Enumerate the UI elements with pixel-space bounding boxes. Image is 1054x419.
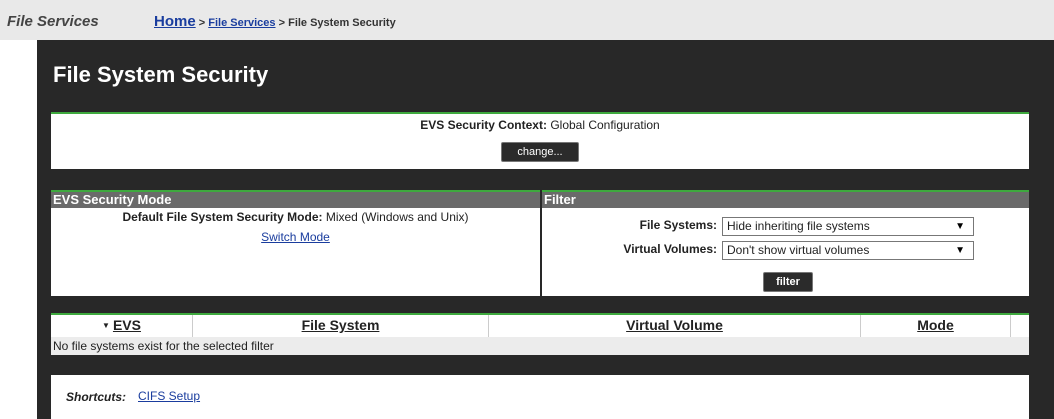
security-context-box: EVS Security Context: Global Configurati… [51, 112, 1029, 169]
column-header-label: Mode [917, 317, 954, 333]
change-context-button[interactable]: change... [501, 142, 579, 162]
column-header-label: EVS [112, 317, 141, 333]
security-mode-line: Default File System Security Mode: Mixed… [51, 210, 540, 224]
file-systems-table: ▼ EVS File System Virtual Volume Mode No … [51, 313, 1029, 355]
breadcrumb-home-link[interactable]: Home [154, 13, 196, 30]
virtual-volumes-selected-value: Don't show virtual volumes [727, 243, 870, 257]
shortcuts-label: Shortcuts: [66, 390, 126, 404]
page-title: File System Security [53, 62, 269, 87]
table-header: ▼ EVS File System Virtual Volume Mode [51, 315, 1029, 337]
breadcrumb-separator: > [198, 17, 206, 29]
shortcuts-bar: Shortcuts: CIFS Setup [51, 375, 1029, 419]
sort-desc-icon: ▼ [102, 321, 110, 330]
filter-panel: File Systems: Hide inheriting file syste… [542, 208, 1029, 296]
column-header-label: Virtual Volume [626, 317, 723, 333]
filter-panel-header: Filter [542, 190, 1029, 208]
file-systems-select[interactable]: Hide inheriting file systems ▼ [722, 217, 974, 236]
breadcrumb-current: File System Security [288, 17, 396, 29]
file-systems-selected-value: Hide inheriting file systems [727, 219, 870, 233]
breadcrumb-file-services-link[interactable]: File Services [208, 17, 275, 29]
cifs-setup-link[interactable]: CIFS Setup [138, 389, 200, 403]
file-systems-label: File Systems: [639, 218, 717, 232]
breadcrumb: Home > File Services > File System Secur… [154, 13, 396, 30]
column-header-file-system[interactable]: File System [193, 315, 489, 337]
security-mode-value: Mixed (Windows and Unix) [325, 210, 469, 224]
main-content: File System Security EVS Security Contex… [37, 40, 1054, 419]
security-mode-label: Default File System Security Mode: [122, 210, 323, 224]
top-bar: File Services Home > File Services > Fil… [0, 0, 1054, 40]
security-context-line: EVS Security Context: Global Configurati… [51, 118, 1029, 132]
section-title: File Services [7, 13, 99, 30]
table-empty-message: No file systems exist for the selected f… [53, 339, 274, 353]
security-context-label: EVS Security Context: [420, 118, 547, 132]
security-mode-panel: Default File System Security Mode: Mixed… [51, 208, 540, 296]
column-header-spacer [1011, 315, 1029, 337]
filter-button[interactable]: filter [763, 272, 813, 292]
switch-mode-link[interactable]: Switch Mode [51, 230, 540, 244]
column-header-mode[interactable]: Mode [861, 315, 1011, 337]
column-header-virtual-volume[interactable]: Virtual Volume [489, 315, 861, 337]
column-header-evs[interactable]: ▼ EVS [51, 315, 193, 337]
security-mode-panel-header: EVS Security Mode [51, 190, 540, 208]
breadcrumb-separator: > [278, 17, 286, 29]
dropdown-arrow-icon: ▼ [955, 221, 965, 232]
security-context-value: Global Configuration [550, 118, 660, 132]
dropdown-arrow-icon: ▼ [955, 245, 965, 256]
virtual-volumes-label: Virtual Volumes: [623, 242, 717, 256]
column-header-label: File System [301, 317, 380, 333]
virtual-volumes-select[interactable]: Don't show virtual volumes ▼ [722, 241, 974, 260]
